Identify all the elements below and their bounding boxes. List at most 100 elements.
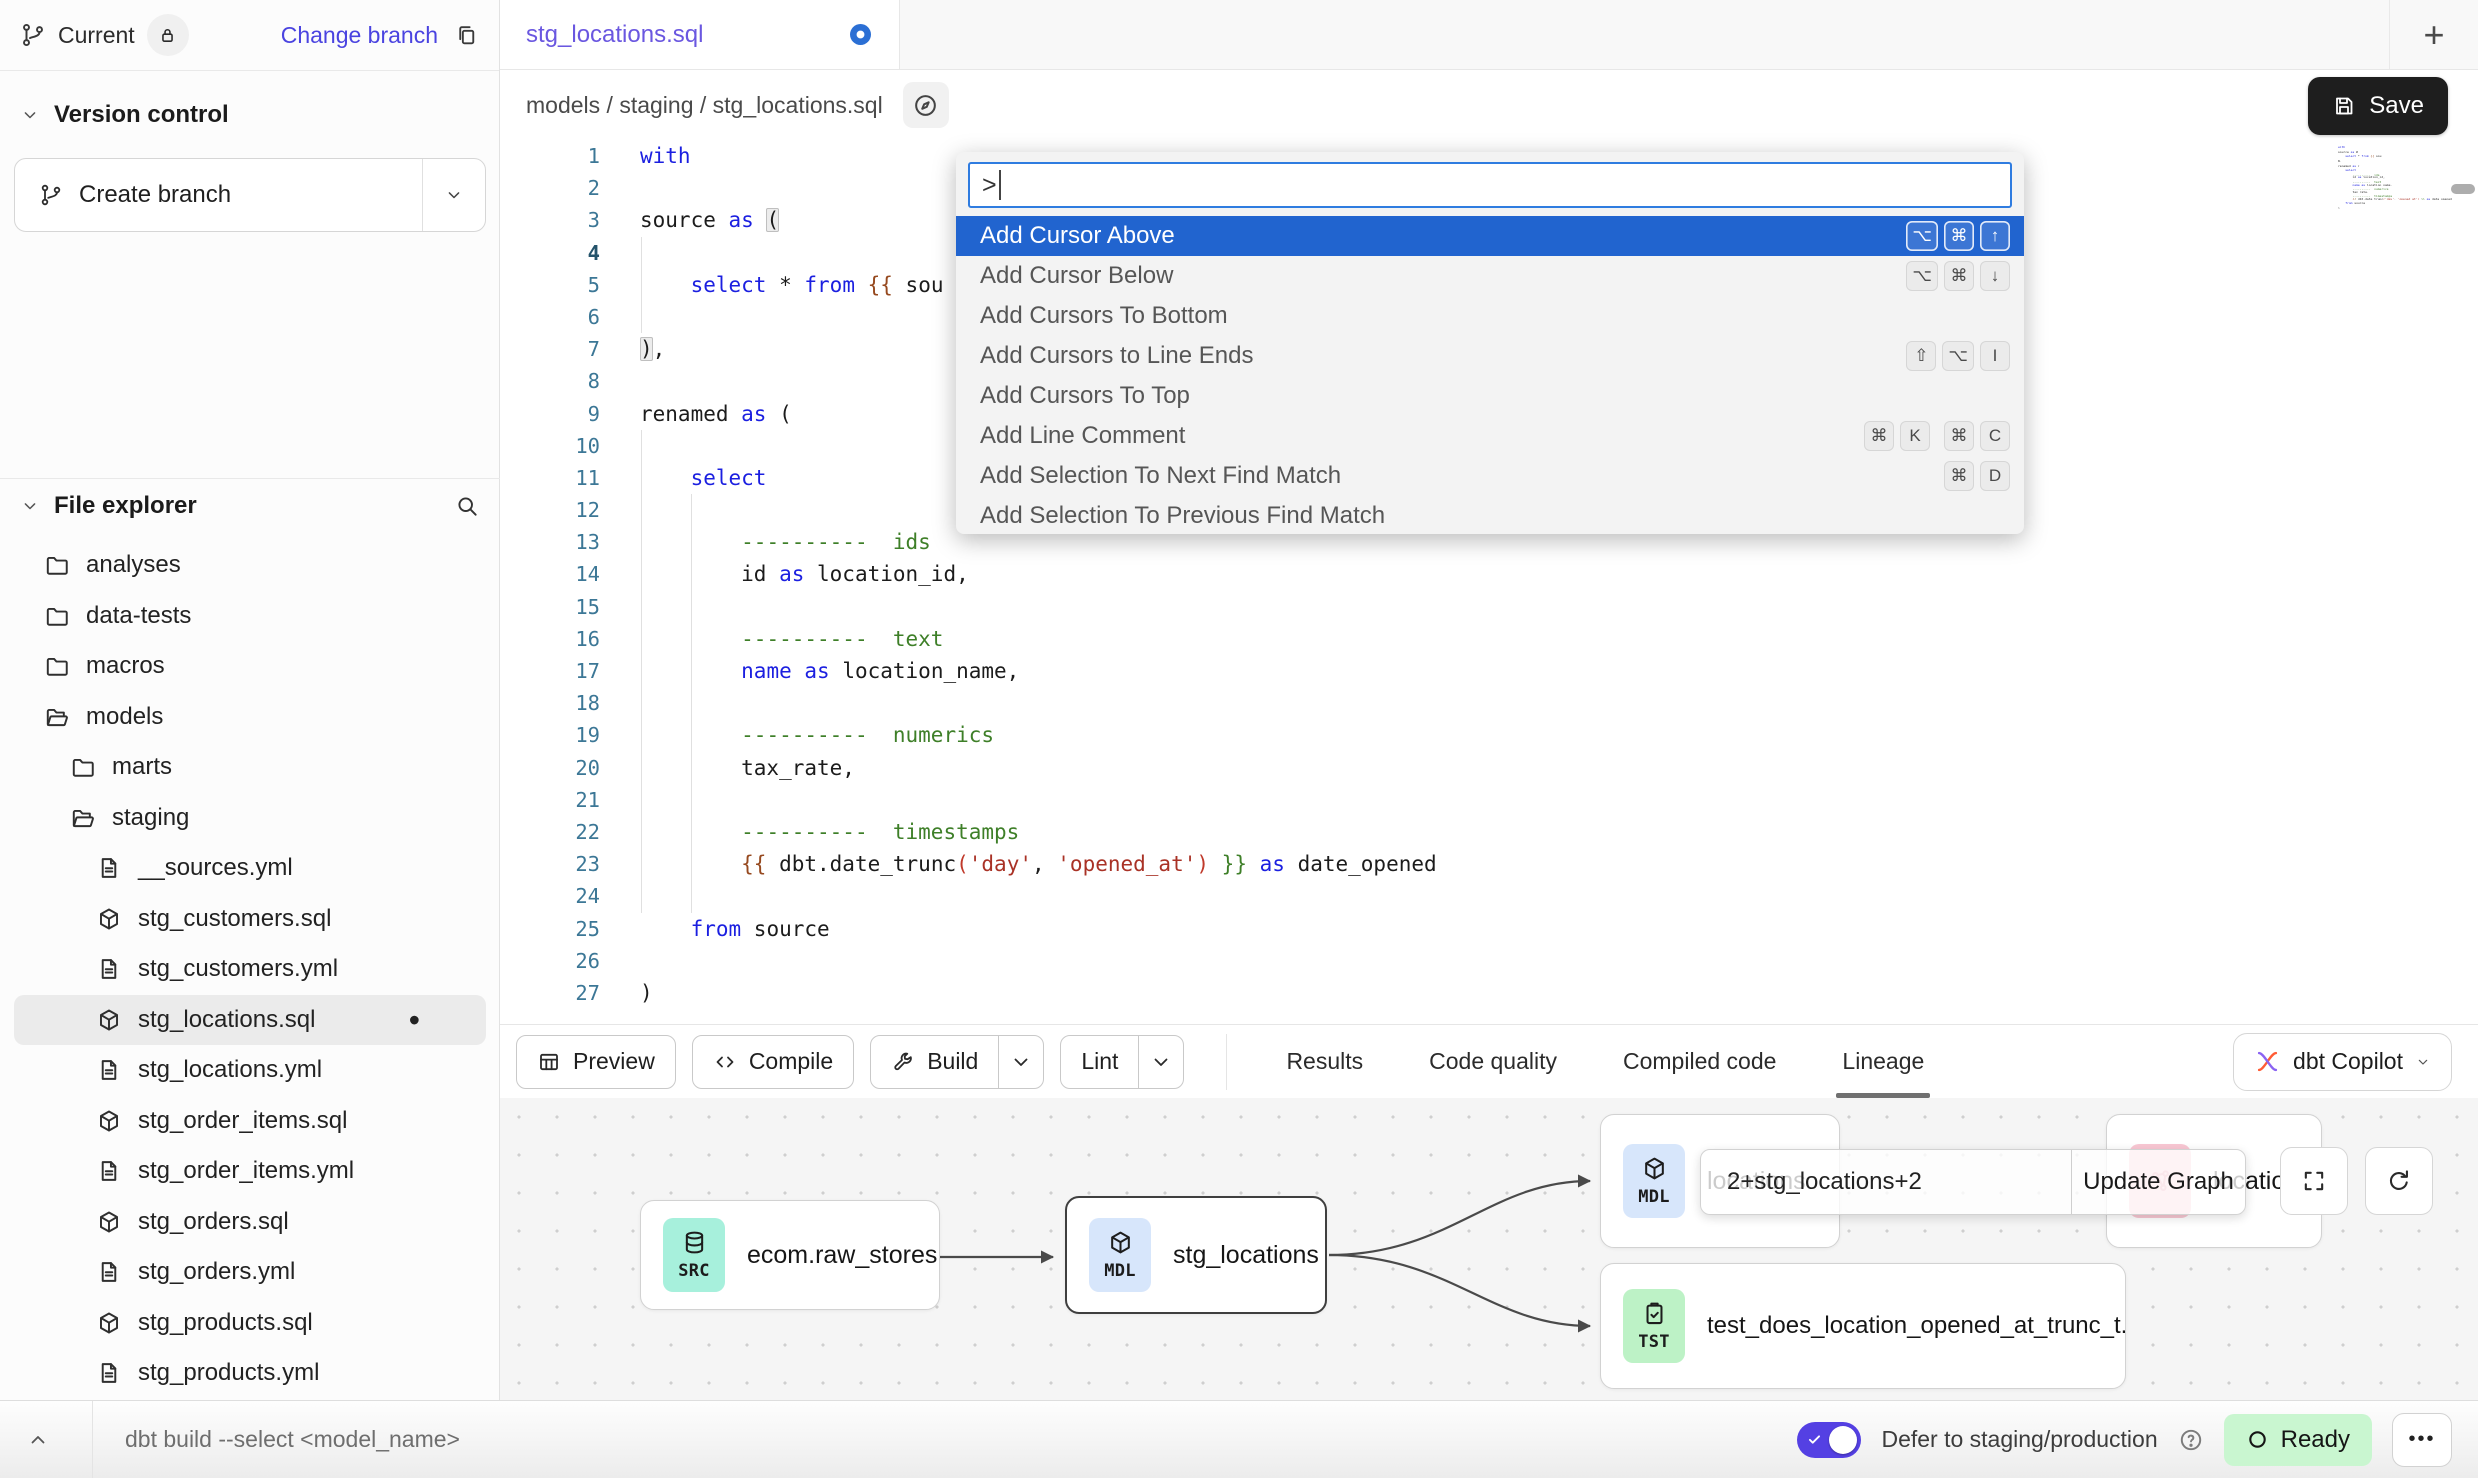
file-item-stg_products.yml[interactable]: stg_products.yml (14, 1348, 486, 1399)
file-item-stg_locations.sql[interactable]: stg_locations.sql• (14, 995, 486, 1046)
lock-icon (157, 25, 178, 46)
lint-dropdown[interactable] (1138, 1036, 1183, 1088)
file-label: stg_orders.sql (138, 1208, 289, 1236)
update-graph-button[interactable]: Update Graph (2071, 1150, 2245, 1214)
doc-icon (96, 1360, 122, 1386)
lineage-canvas[interactable]: SRCecom.raw_storesMDLstg_locationsMDLloc… (500, 1098, 2478, 1400)
palette-item[interactable]: Add Cursors to Line Ends⇧⌥I (956, 336, 2024, 376)
keyboard-shortcut-key: ⌥ (1906, 221, 1938, 251)
palette-item-label: Add Cursors to Line Ends (980, 342, 1906, 370)
lint-button[interactable]: Lint (1060, 1035, 1184, 1089)
palette-item[interactable]: Add Cursor Below⌥⌘↓ (956, 256, 2024, 296)
tab-code-quality[interactable]: Code quality (1429, 1025, 1557, 1098)
file-item-marts[interactable]: marts (14, 742, 486, 793)
tab-stg-locations-sql[interactable]: stg_locations.sql (500, 0, 900, 69)
create-branch-dropdown[interactable] (422, 159, 485, 231)
file-item-stg_customers.sql[interactable]: stg_customers.sql (14, 894, 486, 945)
table-icon (537, 1050, 561, 1074)
line-number: 25 (500, 913, 600, 945)
build-button[interactable]: Build (870, 1035, 1044, 1089)
lineage-node-ecom-raw-stores[interactable]: SRCecom.raw_stores (640, 1200, 940, 1310)
code-icon (713, 1050, 737, 1074)
preview-button[interactable]: Preview (516, 1035, 676, 1089)
file-label: stg_products.yml (138, 1359, 319, 1387)
version-control-section-header[interactable]: Version control (0, 93, 499, 137)
copilot-icon (2254, 1048, 2281, 1075)
file-item-macros[interactable]: macros (14, 641, 486, 692)
file-item-staging[interactable]: staging (14, 793, 486, 844)
file-item-stg_orders.yml[interactable]: stg_orders.yml (14, 1247, 486, 1298)
command-input[interactable]: dbt build --select <model_name> (125, 1426, 460, 1453)
file-label: marts (112, 753, 172, 781)
defer-toggle[interactable] (1797, 1422, 1861, 1458)
keyboard-shortcut-key: K (1900, 421, 1930, 451)
chevron-down-icon (444, 185, 464, 205)
copy-icon[interactable] (454, 23, 479, 48)
folder-icon (70, 754, 96, 780)
folder-icon (44, 603, 70, 629)
line-number: 15 (500, 591, 600, 623)
minimap[interactable]: withsource as ( select * from {{ sou),re… (2338, 146, 2458, 209)
cube-icon (96, 1108, 122, 1134)
cube-icon (96, 906, 122, 932)
palette-item[interactable]: Add Cursor Above⌥⌘↑ (956, 216, 2024, 256)
chevron-down-icon (1009, 1050, 1033, 1074)
dbt-copilot-button[interactable]: dbt Copilot (2233, 1033, 2452, 1091)
save-button[interactable]: Save (2308, 77, 2448, 135)
help-icon[interactable] (2178, 1427, 2204, 1453)
code-line (640, 687, 1437, 719)
scrollbar-thumb[interactable] (2451, 184, 2475, 194)
line-number: 9 (500, 398, 600, 430)
change-branch-link[interactable]: Change branch (281, 22, 438, 49)
file-item-stg_order_items.yml[interactable]: stg_order_items.yml (14, 1146, 486, 1197)
command-palette-input[interactable]: > (968, 162, 2012, 208)
file-item-stg_order_items.sql[interactable]: stg_order_items.sql (14, 1096, 486, 1147)
file-label: staging (112, 804, 189, 832)
line-number: 22 (500, 816, 600, 848)
more-options-button[interactable]: ••• (2392, 1413, 2452, 1467)
build-dropdown[interactable] (998, 1036, 1043, 1088)
search-icon[interactable] (454, 493, 480, 519)
file-item-stg_orders.sql[interactable]: stg_orders.sql (14, 1197, 486, 1248)
tab-results[interactable]: Results (1286, 1025, 1363, 1098)
tab-compiled-code[interactable]: Compiled code (1623, 1025, 1776, 1098)
create-branch-label: Create branch (79, 181, 231, 209)
file-item-__sources.yml[interactable]: __sources.yml (14, 843, 486, 894)
palette-item[interactable]: Add Line Comment⌘K⌘C (956, 416, 2024, 456)
file-item-models[interactable]: models (14, 692, 486, 743)
file-item-stg_products.sql[interactable]: stg_products.sql (14, 1298, 486, 1349)
line-number: 26 (500, 945, 600, 977)
file-label: stg_locations.yml (138, 1056, 322, 1084)
palette-item[interactable]: Add Cursors To Bottom (956, 296, 2024, 336)
keyboard-shortcut-key: I (1980, 341, 2010, 371)
new-tab-button[interactable]: + (2389, 0, 2478, 69)
file-item-stg_locations.yml[interactable]: stg_locations.yml (14, 1045, 486, 1096)
chevron-up-icon[interactable] (26, 1428, 50, 1452)
tab-lineage[interactable]: Lineage (1842, 1025, 1924, 1098)
navigate-chip[interactable] (903, 82, 949, 128)
file-explorer-section-header[interactable]: File explorer (0, 478, 500, 532)
palette-item[interactable]: Add Selection To Next Find Match⌘D (956, 456, 2024, 496)
breadcrumb-row: models / staging / stg_locations.sql Sav… (500, 70, 2478, 140)
node-label: test_does_location_opened_at_trunc_t... (1707, 1312, 2125, 1340)
compile-button[interactable]: Compile (692, 1035, 854, 1089)
file-item-analyses[interactable]: analyses (14, 540, 486, 591)
file-item-data-tests[interactable]: data-tests (14, 591, 486, 642)
lineage-node-test-node[interactable]: TSTtest_does_location_opened_at_trunc_t.… (1600, 1263, 2126, 1389)
code-line: from source (640, 913, 1437, 945)
keyboard-shortcut-key: ⌥ (1906, 261, 1938, 291)
lineage-selector-input[interactable] (1701, 1150, 2071, 1214)
refresh-button[interactable] (2365, 1147, 2433, 1215)
fullscreen-button[interactable] (2280, 1147, 2348, 1215)
file-item-stg_customers.yml[interactable]: stg_customers.yml (14, 944, 486, 995)
cube-icon (1107, 1229, 1134, 1256)
palette-item[interactable]: Add Selection To Previous Find Match (956, 496, 2024, 534)
palette-item[interactable]: Add Cursors To Top (956, 376, 2024, 416)
line-number: 21 (500, 784, 600, 816)
create-branch-button[interactable]: Create branch (14, 158, 486, 232)
chevron-down-icon (20, 496, 40, 516)
wrench-icon (891, 1050, 915, 1074)
lineage-node-stg-locations[interactable]: MDLstg_locations (1065, 1196, 1327, 1314)
folder-open-icon (44, 704, 70, 730)
ready-status-badge[interactable]: Ready (2224, 1414, 2372, 1466)
